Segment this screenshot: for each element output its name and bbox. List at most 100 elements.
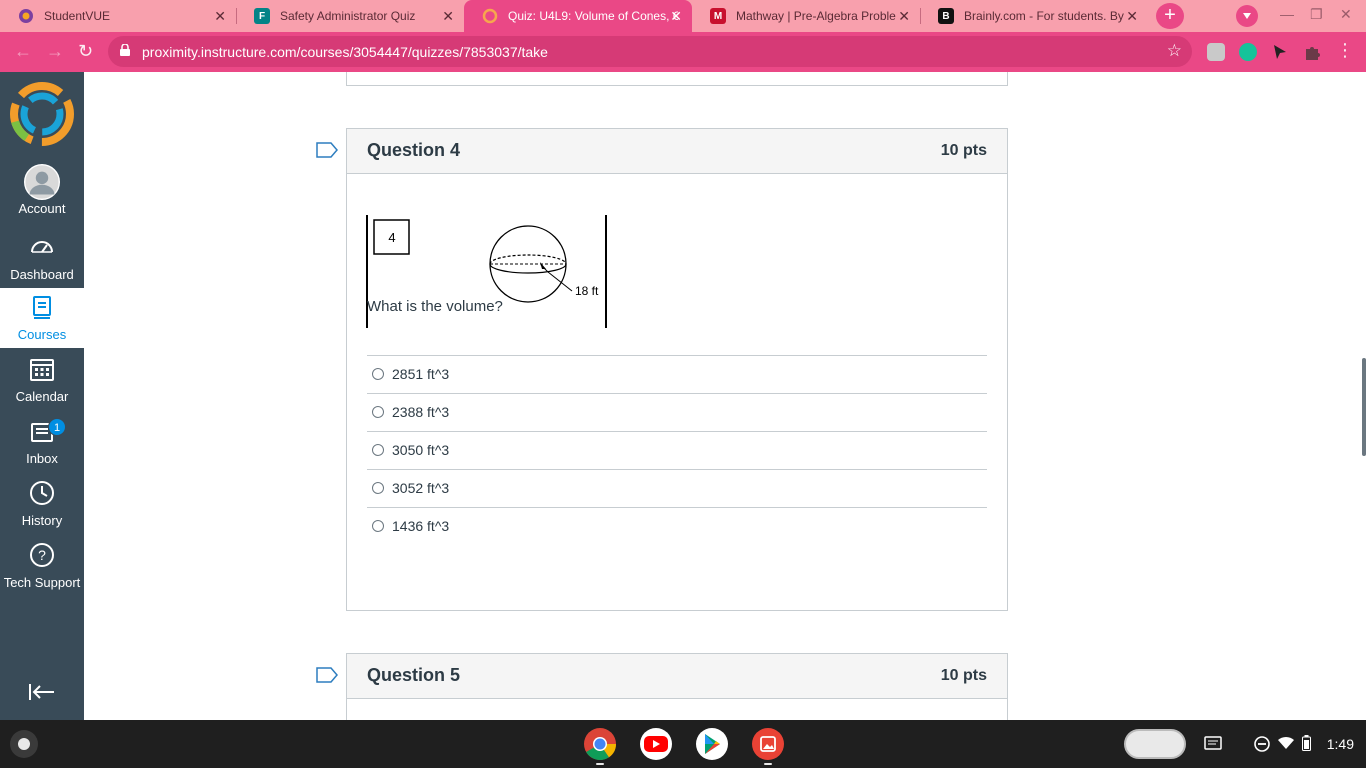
tab-title: Mathway | Pre-Algebra Proble [736, 9, 896, 23]
account-icon [24, 164, 60, 200]
collapse-nav-icon[interactable] [28, 682, 56, 702]
do-not-disturb-icon [1254, 736, 1270, 755]
battery-icon [1302, 735, 1311, 754]
chrome-icon[interactable] [583, 727, 617, 761]
status-tray[interactable]: 1:49 [1204, 728, 1360, 760]
maximize-icon[interactable]: ❐ [1310, 6, 1323, 23]
lock-icon [120, 44, 130, 56]
answer-label[interactable]: 1436 ft^3 [392, 518, 449, 534]
nav-tech-support[interactable]: ? Tech Support [0, 536, 84, 596]
bookmark-star-icon[interactable]: ☆ [1167, 41, 1182, 61]
running-indicator [596, 763, 604, 765]
close-tab-icon[interactable]: ✕ [898, 8, 910, 25]
answer-option-1[interactable]: 2851 ft^3 [367, 355, 987, 393]
radio-button[interactable] [372, 444, 384, 456]
clock: 1:49 [1326, 736, 1354, 752]
tab-safety-quiz[interactable]: F Safety Administrator Quiz ✕ [236, 0, 464, 32]
tab-title: StudentVUE [44, 9, 111, 23]
address-bar[interactable]: proximity.instructure.com/courses/305444… [108, 36, 1192, 67]
close-tab-icon[interactable]: ✕ [214, 8, 226, 25]
quiz-content: Question 4 10 pts 4 18 ft What is the vo… [84, 72, 1366, 720]
reload-icon[interactable]: ↻ [78, 41, 93, 62]
running-indicator [764, 763, 772, 765]
nav-courses[interactable]: Courses [0, 288, 84, 348]
previous-question-box [346, 72, 1008, 86]
nav-label: Calendar [15, 389, 69, 404]
launcher-icon[interactable] [10, 730, 38, 758]
nav-label: History [21, 513, 63, 528]
radio-button[interactable] [372, 520, 384, 532]
holding-space-preview[interactable] [1124, 729, 1186, 759]
svg-text:?: ? [38, 547, 46, 563]
answer-option-5[interactable]: 1436 ft^3 [367, 507, 987, 545]
close-tab-icon[interactable]: ✕ [670, 8, 682, 25]
radio-button[interactable] [372, 482, 384, 494]
menu-kebab-icon[interactable]: ⋮ [1336, 40, 1354, 61]
nav-account[interactable]: Account [0, 160, 84, 222]
figure-number: 4 [388, 230, 395, 245]
question-points: 10 pts [940, 667, 987, 684]
canvas-logo[interactable] [6, 78, 78, 150]
question-4: Question 4 10 pts 4 18 ft What is the vo… [346, 128, 1008, 611]
close-tab-icon[interactable]: ✕ [1126, 8, 1138, 25]
answer-label[interactable]: 3050 ft^3 [392, 442, 449, 458]
browser-toolbar: ← → ↻ proximity.instructure.com/courses/… [0, 32, 1366, 72]
nav-history[interactable]: History [0, 474, 84, 534]
flag-question-icon[interactable] [316, 667, 338, 683]
tab-studentvue[interactable]: StudentVUE ✕ [0, 0, 236, 32]
nav-inbox[interactable]: 1 Inbox [0, 412, 84, 472]
tab-title: Safety Administrator Quiz [280, 9, 416, 23]
nav-calendar[interactable]: Calendar [0, 350, 84, 410]
wifi-icon [1278, 736, 1294, 753]
dashboard-icon [31, 241, 53, 253]
close-tab-icon[interactable]: ✕ [442, 8, 454, 25]
close-window-icon[interactable]: ✕ [1340, 6, 1352, 23]
answer-label[interactable]: 3052 ft^3 [392, 480, 449, 496]
play-store-icon[interactable] [695, 727, 729, 761]
grammarly-icon[interactable] [1239, 43, 1257, 61]
flag-question-icon[interactable] [316, 142, 338, 158]
radio-button[interactable] [372, 368, 384, 380]
extension-icon[interactable] [1207, 43, 1225, 61]
page-scrollbar[interactable] [1362, 358, 1366, 456]
minimize-icon[interactable]: — [1280, 6, 1294, 22]
nav-label: Dashboard [10, 267, 74, 282]
studentvue-icon [18, 8, 34, 24]
question-title: Question 4 [367, 140, 461, 160]
question-5: Question 5 10 pts [346, 653, 1008, 720]
forward-icon[interactable]: → [46, 41, 64, 62]
dimension-label: 18 ft [575, 284, 599, 298]
new-tab-button[interactable]: + [1156, 3, 1184, 29]
url-text: proximity.instructure.com/courses/305444… [142, 44, 548, 60]
answer-option-2[interactable]: 2388 ft^3 [367, 393, 987, 431]
forms-icon: F [254, 8, 270, 24]
nav-dashboard[interactable]: Dashboard [0, 228, 84, 288]
answer-label[interactable]: 2388 ft^3 [392, 404, 449, 420]
tab-brainly[interactable]: B Brainly.com - For students. By ✕ [920, 0, 1148, 32]
back-icon[interactable]: ← [14, 41, 32, 62]
question-header: Question 4 10 pts [347, 129, 1007, 174]
answer-option-4[interactable]: 3052 ft^3 [367, 469, 987, 507]
tab-search-icon[interactable] [1236, 5, 1258, 27]
system-shelf: 1:49 [0, 720, 1366, 768]
tab-title: Brainly.com - For students. By [964, 9, 1124, 23]
tote-icon[interactable] [1204, 735, 1222, 754]
answer-label[interactable]: 2851 ft^3 [392, 366, 449, 382]
help-icon: ? [30, 543, 54, 567]
tab-title: Quiz: U4L9: Volume of Cones, C [508, 9, 678, 23]
tab-mathway[interactable]: M Mathway | Pre-Algebra Proble ✕ [692, 0, 920, 32]
youtube-icon[interactable] [639, 727, 673, 761]
answer-option-3[interactable]: 3050 ft^3 [367, 431, 987, 469]
nav-label: Tech Support [3, 575, 81, 590]
nav-label: Courses [17, 327, 67, 342]
radio-button[interactable] [372, 406, 384, 418]
cursor-extension-icon[interactable] [1271, 43, 1289, 61]
inbox-unread-badge: 1 [48, 418, 66, 436]
tab-quiz-volume[interactable]: Quiz: U4L9: Volume of Cones, C ✕ [464, 0, 692, 32]
question-prompt: What is the volume? [367, 298, 503, 315]
question-title: Question 5 [367, 665, 461, 685]
puzzle-extensions-icon[interactable] [1303, 43, 1321, 61]
global-navigation: Account Dashboard Courses Calendar 1 Inb… [0, 72, 84, 720]
gallery-icon[interactable] [751, 727, 785, 761]
brainly-icon: B [938, 8, 954, 24]
